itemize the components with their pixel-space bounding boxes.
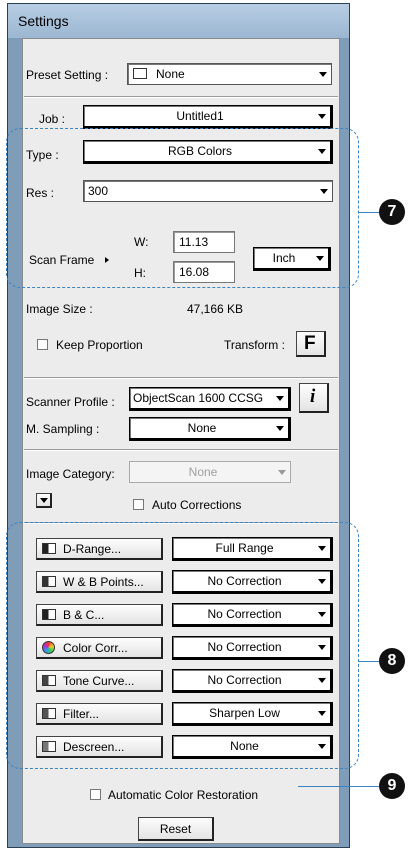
job-select[interactable]: Untitled1: [83, 105, 333, 129]
image-category-value: None: [188, 465, 218, 479]
auto-color-restoration-label: Automatic Color Restoration: [108, 788, 259, 802]
m-sampling-select[interactable]: None: [129, 417, 291, 441]
callout-region-7: [6, 128, 359, 288]
reset-button[interactable]: Reset: [138, 817, 214, 841]
separator: [24, 449, 338, 451]
transform-button[interactable]: F: [296, 331, 326, 357]
title-bar[interactable]: Settings: [8, 4, 349, 38]
auto-color-restoration-checkbox[interactable]: [90, 789, 101, 800]
transform-label: Transform :: [224, 338, 285, 352]
callout-region-8: [6, 522, 359, 769]
m-sampling-label: M. Sampling :: [26, 422, 100, 436]
preset-folder-icon: [133, 68, 147, 79]
keep-proportion-checkbox[interactable]: [37, 339, 48, 350]
window-title: Settings: [18, 13, 69, 29]
scanner-profile-value: ObjectScan 1600 CCSG: [133, 391, 264, 405]
expand-button[interactable]: [36, 493, 52, 508]
callout-badge-9: 9: [379, 773, 405, 799]
job-value: Untitled1: [176, 109, 224, 123]
job-label: Job :: [39, 112, 66, 126]
chevron-down-icon: [276, 396, 284, 401]
callout-line-9: [298, 786, 379, 787]
preset-label: Preset Setting :: [26, 68, 109, 82]
transform-button-label: F: [304, 333, 316, 354]
callout-line-7: [359, 212, 379, 213]
auto-corrections-checkbox[interactable]: [133, 499, 144, 510]
scanner-profile-label: Scanner Profile :: [26, 395, 115, 409]
chevron-down-icon: [319, 72, 327, 77]
separator: [24, 377, 338, 379]
scanner-profile-select[interactable]: ObjectScan 1600 CCSG: [129, 387, 291, 411]
chevron-down-icon: [318, 114, 326, 119]
keep-proportion-label: Keep Proportion: [56, 338, 143, 352]
image-size-value: 47,166 KB: [187, 302, 244, 316]
auto-corrections-label: Auto Corrections: [152, 498, 242, 512]
callout-badge-8: 8: [379, 648, 405, 674]
info-button[interactable]: i: [299, 383, 329, 413]
image-category-label: Image Category:: [26, 467, 115, 481]
chevron-down-icon: [276, 426, 284, 431]
m-sampling-value: None: [187, 421, 217, 435]
chevron-down-icon: [278, 470, 286, 475]
image-size-label: Image Size :: [26, 302, 93, 316]
callout-line-8: [359, 661, 379, 662]
reset-label: Reset: [159, 822, 192, 836]
info-icon: i: [310, 386, 316, 407]
chevron-down-icon: [40, 498, 48, 503]
callout-badge-7: 7: [379, 199, 405, 225]
preset-select[interactable]: None: [127, 63, 332, 85]
image-category-select[interactable]: None: [129, 461, 291, 483]
preset-value: None: [156, 67, 185, 81]
separator: [24, 96, 338, 98]
